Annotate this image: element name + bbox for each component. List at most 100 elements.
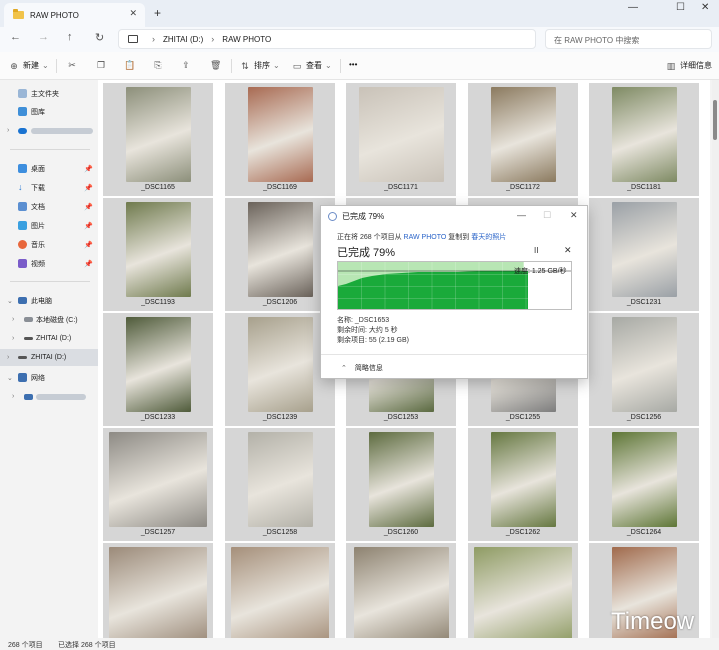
file-thumbnail[interactable]: _DSC1256: [589, 313, 699, 426]
file-thumbnail[interactable]: _DSC1169: [225, 83, 335, 196]
sort-button[interactable]: ⇅ 排序 ⌄: [240, 60, 279, 71]
sidebar-item-network[interactable]: ⌄ 网络: [0, 369, 98, 386]
vertical-scrollbar[interactable]: [712, 80, 719, 638]
address-bar[interactable]: › ZHITAI (D:) › RAW PHOTO: [118, 29, 536, 49]
file-thumbnail[interactable]: [103, 543, 213, 638]
folder-icon: [13, 9, 24, 19]
photo-preview: [247, 317, 313, 412]
file-thumbnail[interactable]: [468, 543, 578, 638]
chevron-right-icon: ›: [12, 393, 15, 400]
sidebar-item-home[interactable]: 主文件夹: [0, 85, 98, 102]
breadcrumb-raw-photo[interactable]: RAW PHOTO: [222, 35, 271, 44]
tab-raw-photo[interactable]: RAW PHOTO ✕: [4, 3, 145, 27]
sidebar-item-label: 网络: [31, 374, 45, 382]
file-thumbnail[interactable]: [346, 543, 456, 638]
share-icon[interactable]: ⇪: [181, 60, 195, 70]
details-button-label: 详细信息: [680, 61, 712, 70]
destination-folder-link[interactable]: 春天的照片: [471, 234, 506, 241]
tab-close-icon[interactable]: ✕: [129, 8, 137, 19]
sidebar-item-this-pc[interactable]: ⌄ 此电脑: [0, 292, 98, 309]
details-button[interactable]: ▥ 详细信息: [666, 60, 712, 71]
more-options-button[interactable]: •••: [349, 60, 357, 69]
sidebar-item-zhitai-selected[interactable]: › ZHITAI (D:): [0, 349, 98, 366]
file-thumbnail[interactable]: _DSC1165: [103, 83, 213, 196]
file-thumbnail[interactable]: _DSC1231: [589, 198, 699, 311]
maximize-button[interactable]: ☐: [676, 2, 685, 13]
source-folder-link[interactable]: RAW PHOTO: [404, 234, 447, 241]
sidebar-item-downloads[interactable]: ↓ 下载 📌: [0, 179, 98, 196]
paste-icon[interactable]: 📋: [124, 60, 138, 70]
file-thumbnail[interactable]: _DSC1257: [103, 428, 213, 541]
sidebar-item-desktop[interactable]: 桌面 📌: [0, 160, 98, 177]
file-thumbnail[interactable]: _DSC1260: [346, 428, 456, 541]
sidebar-item-label: 音乐: [31, 241, 45, 249]
chevron-down-icon: ⌄: [42, 61, 49, 70]
photo-preview: [109, 547, 207, 638]
pause-button[interactable]: II: [534, 246, 538, 255]
file-thumbnail[interactable]: _DSC1233: [103, 313, 213, 426]
sidebar-item-label: ZHITAI (D:): [31, 354, 67, 361]
file-thumbnail[interactable]: _DSC1181: [589, 83, 699, 196]
new-tab-button[interactable]: +: [154, 6, 161, 20]
less-info-button[interactable]: ⌃ 简略信息: [341, 363, 383, 373]
file-name: _DSC1239: [262, 414, 298, 421]
file-name: _DSC1260: [383, 529, 419, 536]
back-arrow-icon[interactable]: ←: [10, 31, 21, 43]
music-icon: [18, 240, 27, 249]
video-icon: [18, 259, 27, 268]
sidebar-item-local-disk[interactable]: › 本地磁盘 (C:): [0, 311, 98, 328]
up-arrow-icon[interactable]: ↑: [67, 31, 73, 43]
dialog-maximize-button[interactable]: ☐: [543, 210, 551, 221]
drive-icon: [24, 317, 33, 322]
sidebar-item-documents[interactable]: 文档 📌: [0, 198, 98, 215]
photo-preview: [247, 87, 313, 182]
file-thumbnail[interactable]: _DSC1171: [346, 83, 456, 196]
file-thumbnail[interactable]: [225, 543, 335, 638]
close-window-button[interactable]: ✕: [701, 2, 709, 13]
new-button[interactable]: ⊕ 新建 ⌄: [9, 60, 49, 71]
file-thumbnail[interactable]: _DSC1239: [225, 313, 335, 426]
view-button[interactable]: ▭ 查看 ⌄: [292, 60, 332, 71]
sidebar-item-music[interactable]: 音乐 📌: [0, 236, 98, 253]
cut-icon[interactable]: ✂: [67, 60, 81, 70]
file-thumbnail[interactable]: _DSC1258: [225, 428, 335, 541]
photo-preview: [231, 547, 329, 638]
sidebar-item-label: 下载: [31, 184, 45, 192]
sidebar-divider: [10, 281, 90, 282]
copy-icon[interactable]: ❐: [96, 60, 110, 70]
sidebar-item-pictures[interactable]: 图片 📌: [0, 217, 98, 234]
file-name: _DSC1255: [505, 414, 541, 421]
sidebar-item-label: ZHITAI (D:): [36, 335, 72, 342]
dialog-close-button[interactable]: ✕: [570, 210, 578, 221]
forward-arrow-icon[interactable]: →: [38, 31, 49, 43]
status-bar: 268 个项目 已选择 268 个项目: [0, 638, 719, 650]
file-thumbnail[interactable]: _DSC1193: [103, 198, 213, 311]
sidebar-item-onedrive[interactable]: ›: [0, 122, 98, 139]
dialog-minimize-button[interactable]: —: [517, 210, 526, 220]
blurred-account-name: [31, 128, 93, 134]
rename-icon[interactable]: ⎘: [153, 60, 167, 70]
chevron-right-icon: ›: [12, 316, 15, 323]
photo-preview: [490, 432, 556, 527]
sidebar-item-label: 图库: [31, 108, 45, 116]
copy-description-prefix: 正在将 268 个项目从: [337, 234, 402, 241]
sidebar-item-videos[interactable]: 视频 📌: [0, 255, 98, 272]
file-thumbnail[interactable]: _DSC1262: [468, 428, 578, 541]
minimize-button[interactable]: —: [628, 2, 638, 13]
photo-preview: [109, 432, 207, 527]
sidebar-item-zhitai[interactable]: › ZHITAI (D:): [0, 330, 98, 347]
photo-preview: [611, 317, 677, 412]
computer-icon: [128, 35, 138, 43]
file-thumbnail[interactable]: _DSC1172: [468, 83, 578, 196]
scrollbar-thumb[interactable]: [713, 100, 717, 140]
sidebar-item-network-device[interactable]: ›: [0, 388, 98, 405]
file-thumbnail[interactable]: _DSC1206: [225, 198, 335, 311]
sidebar-item-gallery[interactable]: 图库: [0, 103, 98, 120]
file-thumbnail[interactable]: _DSC1264: [589, 428, 699, 541]
search-input[interactable]: 在 RAW PHOTO 中搜索: [545, 29, 712, 49]
breadcrumb-zhitai[interactable]: ZHITAI (D:): [163, 35, 203, 44]
cancel-copy-button[interactable]: ✕: [564, 245, 572, 256]
refresh-icon[interactable]: ↻: [95, 31, 104, 44]
delete-icon[interactable]: 🗑: [210, 60, 224, 70]
photo-preview: [611, 202, 677, 297]
